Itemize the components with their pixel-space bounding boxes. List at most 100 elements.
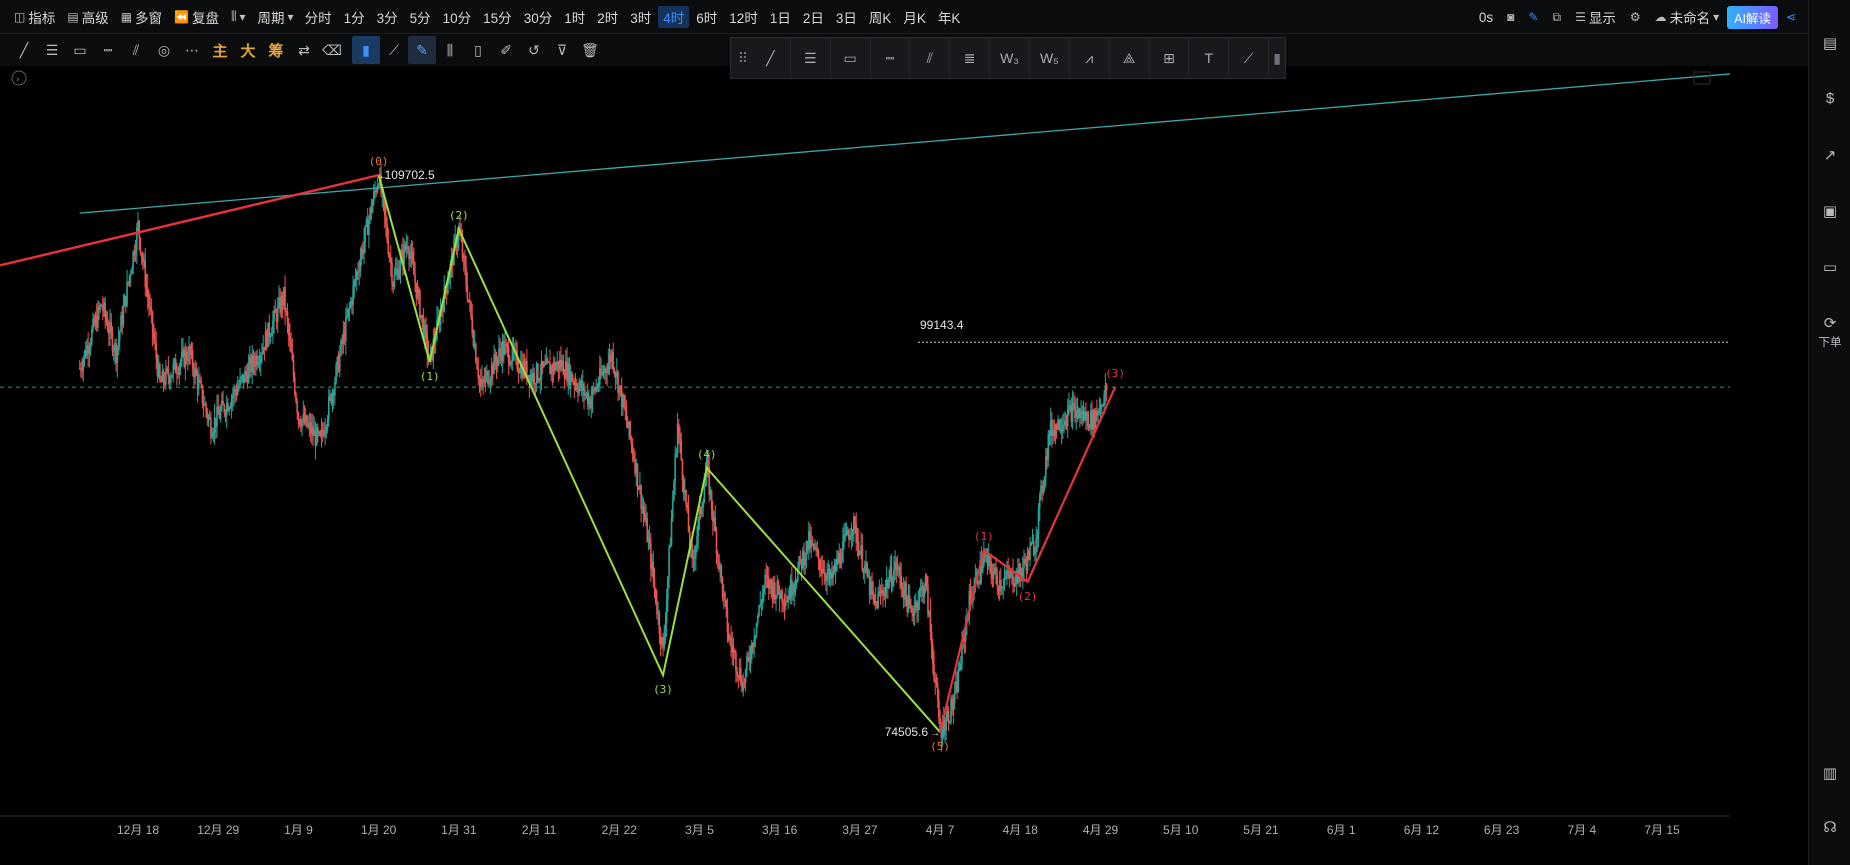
- display-button[interactable]: ☰ 显示: [1569, 5, 1622, 29]
- sidebar-order-button[interactable]: ⟳ 下单: [1809, 314, 1850, 350]
- period-menu-button[interactable]: 周期 ▾: [252, 5, 300, 29]
- candle-body: [117, 339, 120, 347]
- multi-window-button[interactable]: ▦ 多窗: [115, 5, 168, 29]
- candle-pattern-tool[interactable]: ⫼: [436, 36, 464, 64]
- period-tab[interactable]: 6时: [691, 6, 722, 28]
- erase-tool[interactable]: ⌫: [318, 36, 346, 64]
- candle-body: [935, 681, 938, 684]
- large-order-tool[interactable]: 大: [234, 36, 262, 64]
- countdown-toggle[interactable]: 0s: [1473, 5, 1499, 29]
- channel-icon: ⫽: [132, 41, 140, 58]
- candle-body: [1037, 508, 1040, 535]
- period-tab[interactable]: 1分: [339, 6, 370, 28]
- period-tab[interactable]: 3日: [831, 6, 862, 28]
- swap-tool[interactable]: ⇄: [290, 36, 318, 64]
- indicators-button[interactable]: ◫ 指标: [8, 5, 61, 29]
- x-tick-label: 12月 18: [117, 823, 159, 837]
- trendline-tool[interactable]: ╱: [10, 36, 38, 64]
- main-chart-tool[interactable]: 主: [206, 36, 234, 64]
- horizontal-lines-tool[interactable]: ☰: [38, 36, 66, 64]
- layout-name-button[interactable]: ☁ 未命名 ▾: [1649, 5, 1726, 29]
- delete-tool[interactable]: 🗑: [576, 36, 604, 64]
- fib-circle-tool[interactable]: ◎: [150, 36, 178, 64]
- screenshot-button[interactable]: ◙: [1501, 5, 1520, 29]
- chip-tool[interactable]: 筹: [262, 36, 290, 64]
- ruler-tool[interactable]: ⟋: [380, 36, 408, 64]
- candle-body: [354, 279, 357, 281]
- sidebar-watchlist[interactable]: ▤: [1809, 34, 1850, 52]
- candle-body: [377, 185, 380, 187]
- rect-icon: ▭: [843, 49, 857, 66]
- candle-body: [291, 352, 294, 360]
- candle-body: [1004, 576, 1007, 579]
- candle-body: [140, 252, 143, 257]
- candle-body: [969, 590, 972, 598]
- candle-body: [159, 364, 161, 381]
- pen-tool[interactable]: ✎: [408, 36, 436, 64]
- candle-body: [938, 699, 940, 719]
- price-range-tool[interactable]: ┉: [94, 36, 122, 64]
- period-tab[interactable]: 5分: [405, 6, 436, 28]
- x-tick-label: 6月 23: [1484, 823, 1520, 837]
- candle-body: [989, 556, 991, 562]
- candle-body: [89, 343, 92, 349]
- candle-body: [205, 403, 207, 412]
- sidebar-layout[interactable]: ▥: [1809, 764, 1850, 782]
- period-tab[interactable]: 3分: [372, 6, 403, 28]
- candle-body: [1080, 414, 1082, 419]
- clipboard-icon: ▯: [474, 41, 482, 58]
- chevron-down-icon: ▾: [287, 9, 294, 24]
- period-tab[interactable]: 30分: [519, 6, 558, 28]
- wave5-icon: W₅: [1039, 50, 1059, 66]
- candle-body: [162, 371, 165, 383]
- period-tab[interactable]: 15分: [478, 6, 517, 28]
- sidebar-assets[interactable]: $: [1809, 90, 1850, 107]
- period-tab[interactable]: 年K: [933, 6, 966, 28]
- ai-analysis-button[interactable]: AI解读: [1727, 5, 1778, 29]
- note-tool[interactable]: ✐: [492, 36, 520, 64]
- candle-body: [795, 581, 798, 584]
- candle-body: [217, 406, 220, 415]
- candle-body: [893, 570, 895, 583]
- period-tab[interactable]: 1日: [765, 6, 796, 28]
- parallel-channel-tool[interactable]: ⫽: [122, 36, 150, 64]
- period-tab[interactable]: 12时: [724, 6, 763, 28]
- candle-body: [665, 599, 668, 624]
- sidebar-wallet[interactable]: ▭: [1809, 258, 1850, 276]
- rectangle-tool[interactable]: ▭: [66, 36, 94, 64]
- advanced-button[interactable]: ▤ 高级: [61, 5, 114, 29]
- period-tab[interactable]: 月K: [898, 6, 931, 28]
- bookmark-tool[interactable]: ▮: [352, 36, 380, 64]
- period-tab[interactable]: 1时: [559, 6, 590, 28]
- price-chart[interactable]: 116000.0114000.0112000.0110000.0108000.0…: [0, 66, 1730, 843]
- candle-body: [844, 534, 847, 536]
- draw-toggle-button[interactable]: ✎: [1522, 5, 1544, 29]
- settings-button[interactable]: ⚙: [1624, 5, 1647, 29]
- period-tab[interactable]: 4时: [658, 5, 690, 28]
- clipboard-tool[interactable]: ▯: [464, 36, 492, 64]
- period-tab[interactable]: 2时: [592, 6, 623, 28]
- period-tab[interactable]: 3时: [625, 6, 656, 28]
- period-tab[interactable]: 分时: [300, 6, 337, 28]
- sidebar-monitor[interactable]: ▣: [1809, 202, 1850, 220]
- share-button[interactable]: ⋖: [1780, 5, 1802, 29]
- sidebar-market[interactable]: ↗: [1809, 146, 1850, 164]
- candle-body: [959, 663, 962, 670]
- sidebar-support[interactable]: ☊: [1809, 818, 1850, 836]
- magnet-tool[interactable]: ↺: [520, 36, 548, 64]
- candle-body: [1047, 433, 1050, 460]
- period-tab[interactable]: 10分: [438, 6, 477, 28]
- more-tools-button[interactable]: ⋯: [178, 36, 206, 64]
- popout-button[interactable]: ⧉: [1546, 5, 1567, 29]
- period-tab[interactable]: 2日: [798, 6, 829, 28]
- replay-button[interactable]: ⏪ 复盘: [168, 5, 225, 29]
- period-tab[interactable]: 周K: [864, 6, 897, 28]
- candle-body: [640, 485, 642, 509]
- candle-body: [199, 379, 201, 382]
- filter-tool[interactable]: ⊽: [548, 36, 576, 64]
- cloud-icon: ☁: [1654, 10, 1667, 24]
- candle-body: [352, 286, 354, 305]
- candle-body: [804, 557, 807, 566]
- candle-body: [195, 367, 198, 375]
- chart-type-button[interactable]: ⫼ ▾: [225, 5, 252, 29]
